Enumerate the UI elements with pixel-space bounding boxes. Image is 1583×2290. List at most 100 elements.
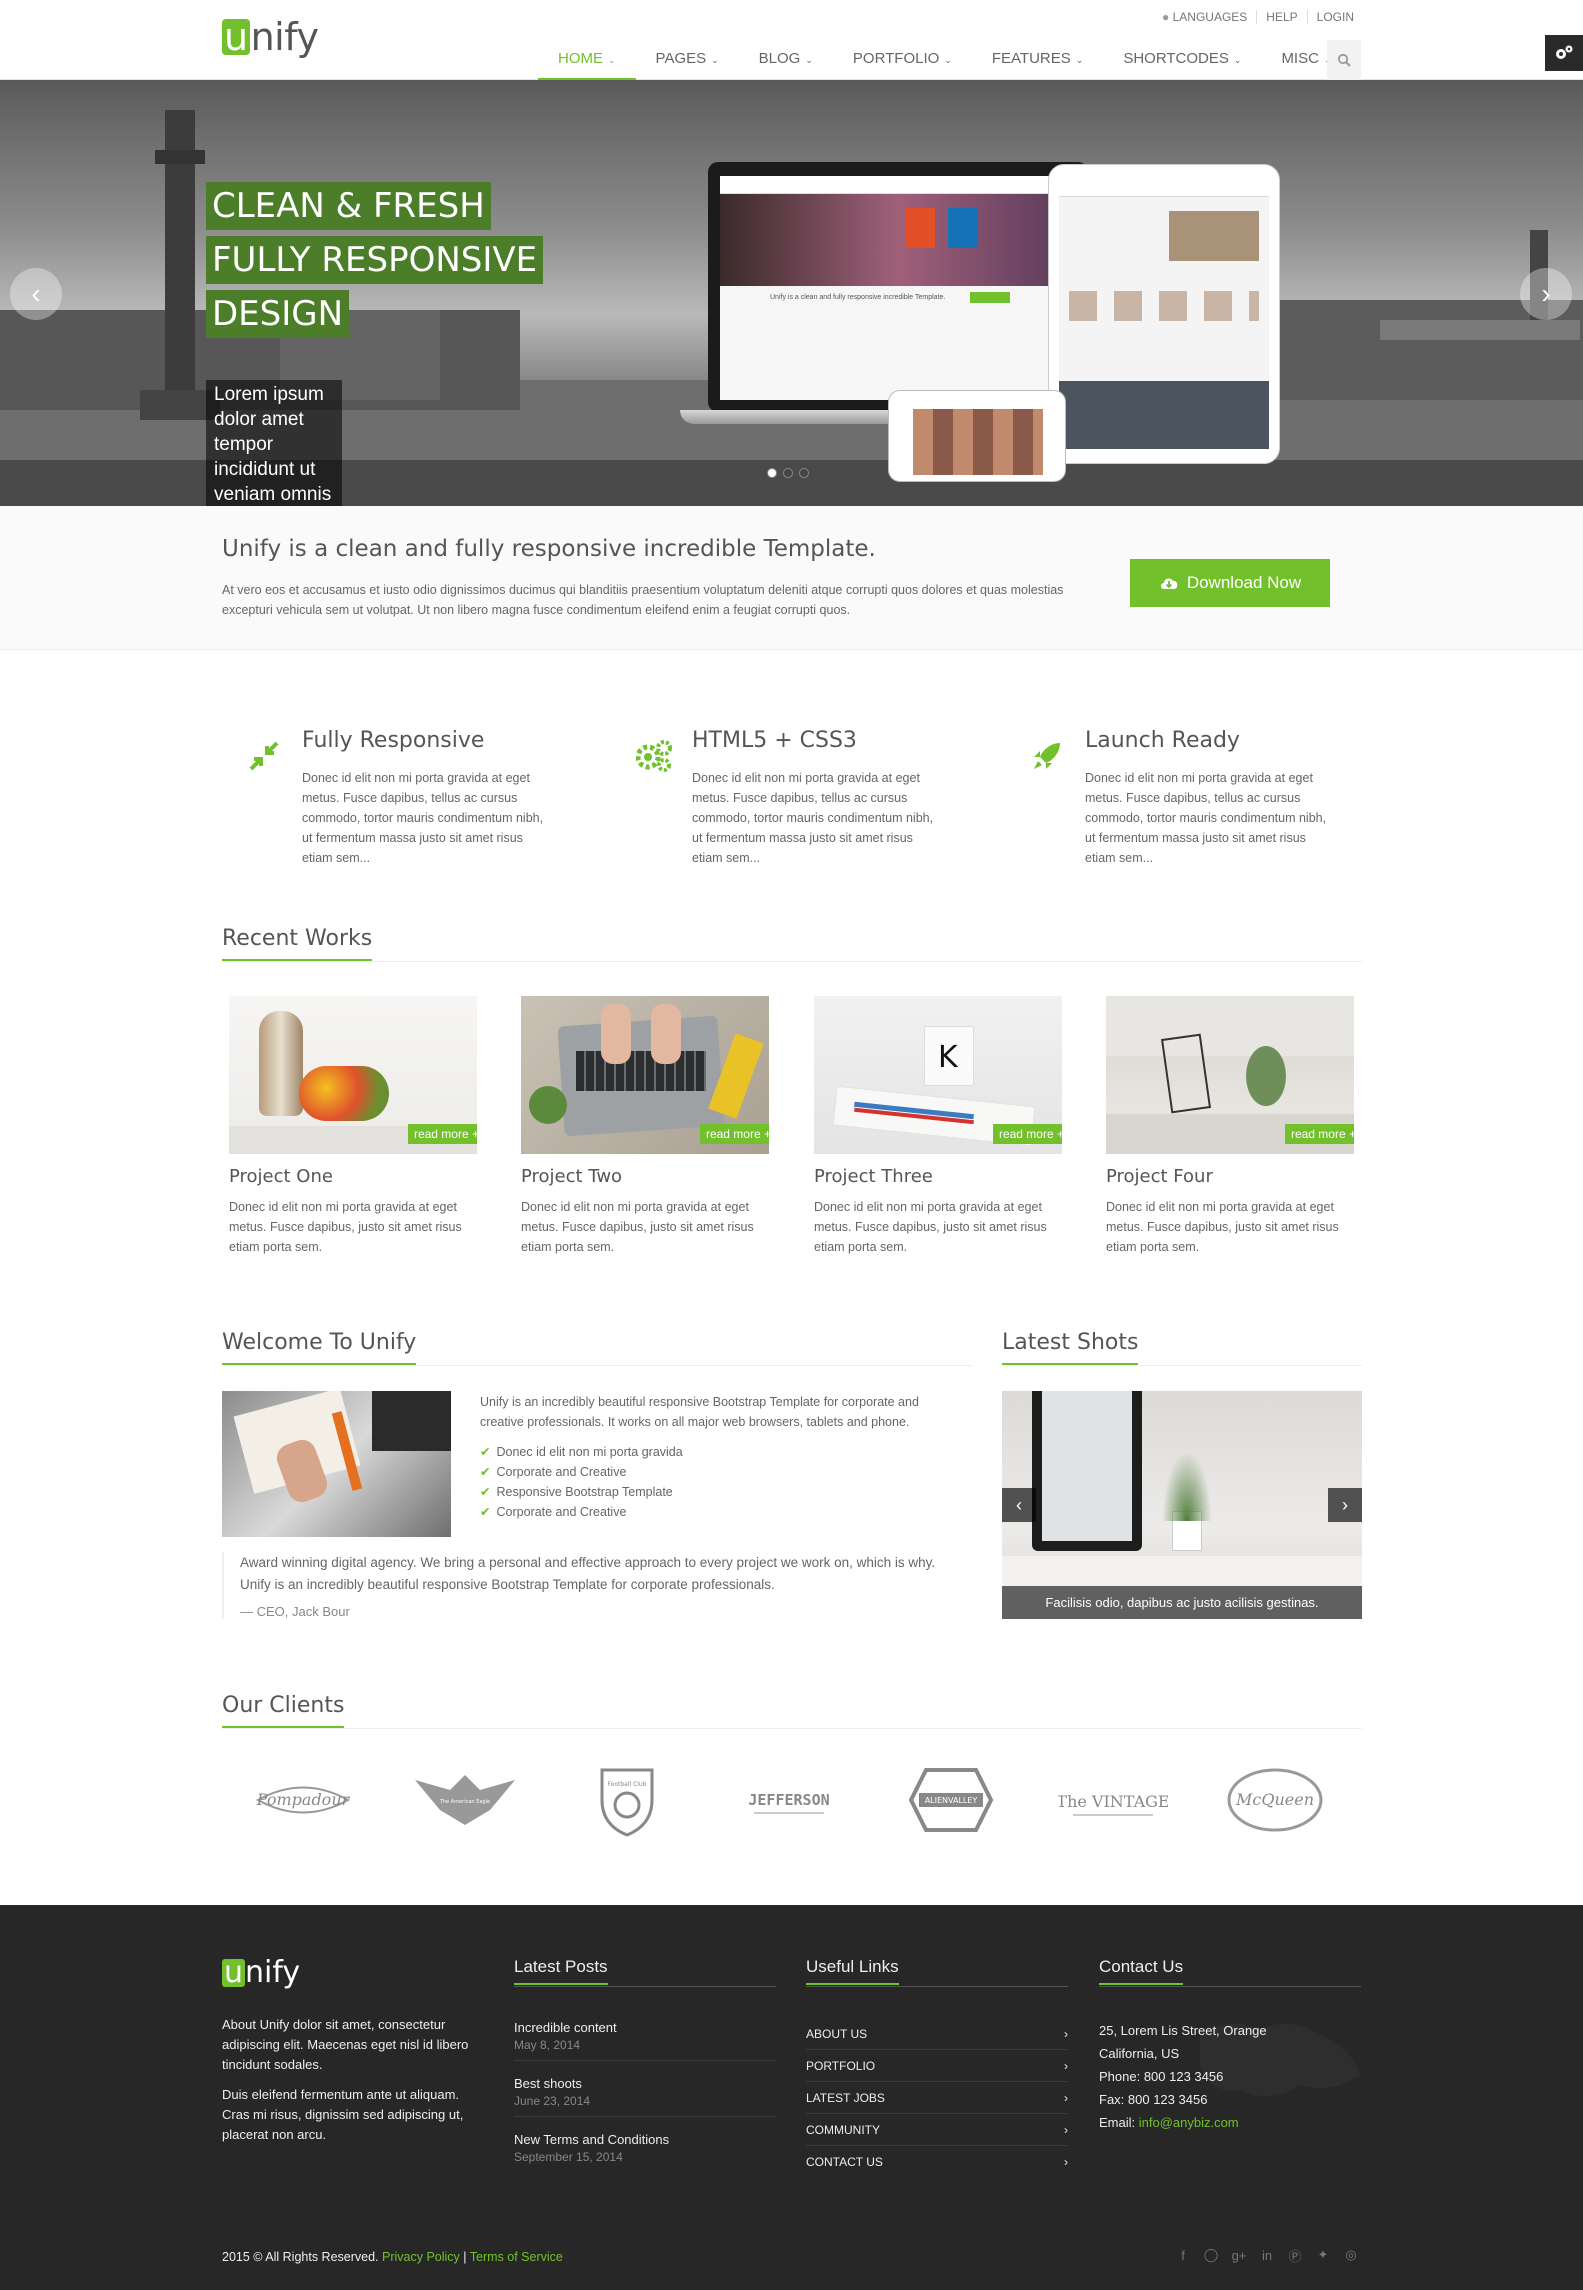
hero-next-button[interactable]: › xyxy=(1520,268,1572,320)
clients-row: Pompadour The American Eagle Football Cl… xyxy=(222,1760,1356,1840)
pinterest-icon[interactable]: Ⓟ xyxy=(1286,2246,1304,2264)
footer-post[interactable]: New Terms and Conditions September 15, 20… xyxy=(514,2132,776,2172)
quote-text: Award winning digital agency. We bring a… xyxy=(240,1555,936,1592)
terms-of-service-link[interactable]: Terms of Service xyxy=(470,2250,563,2264)
footer-link-contact-us[interactable]: CONTACT US › xyxy=(806,2146,1068,2178)
blockquote: Award winning digital agency. We bring a… xyxy=(222,1552,962,1619)
work-image[interactable]: read more + xyxy=(1106,996,1354,1154)
footer-link-community[interactable]: COMMUNITY › xyxy=(806,2114,1068,2146)
work-title[interactable]: Project Two xyxy=(521,1166,771,1187)
shots-prev-button[interactable]: ‹ xyxy=(1002,1488,1036,1522)
list-item: ✔ Donec id elit non mi porta gravida xyxy=(480,1445,683,1459)
feature-text: Donec id elit non mi porta gravida at eg… xyxy=(692,771,934,865)
nav-features[interactable]: FEATURES ⌄ xyxy=(972,40,1103,80)
work-text: Donec id elit non mi porta gravida at eg… xyxy=(229,1200,462,1254)
help-link[interactable]: HELP xyxy=(1256,10,1306,24)
post-date: June 23, 2014 xyxy=(514,2094,591,2108)
purchase-text: At vero eos et accusamus et iusto odio d… xyxy=(222,583,1064,617)
post-title[interactable]: Incredible content xyxy=(514,2020,776,2035)
read-more-link[interactable]: read more + xyxy=(699,1124,769,1144)
footer-about: About Unify dolor sit amet, consectetur … xyxy=(222,2015,482,2155)
twitter-icon[interactable]: ✦ xyxy=(1314,2246,1332,2264)
work-image[interactable]: K read more + xyxy=(814,996,1062,1154)
nav-home[interactable]: HOME ⌄ xyxy=(538,40,636,80)
download-button[interactable]: Download Now xyxy=(1130,559,1330,607)
nav-shortcodes[interactable]: SHORTCODES ⌄ xyxy=(1103,40,1261,80)
client-logo[interactable]: McQueen xyxy=(1194,1760,1356,1840)
chevron-down-icon: ⌄ xyxy=(608,55,616,65)
welcome-heading: Welcome To Unify xyxy=(222,1330,972,1366)
facebook-icon[interactable]: f xyxy=(1174,2246,1192,2264)
work-item[interactable]: K read more + Project Three Donec id eli… xyxy=(814,996,1064,1257)
chevron-right-icon: › xyxy=(1064,2091,1068,2105)
style-switcher-button[interactable] xyxy=(1545,35,1583,71)
footer-link-about-us[interactable]: ABOUT US › xyxy=(806,2018,1068,2050)
slide-dot[interactable] xyxy=(767,468,777,478)
post-title[interactable]: Best shoots xyxy=(514,2076,776,2091)
feature-text: Donec id elit non mi porta gravida at eg… xyxy=(1085,771,1327,865)
globe-icon: ● xyxy=(1162,10,1170,24)
footer-link-latest-jobs[interactable]: LATEST JOBS › xyxy=(806,2082,1068,2114)
compress-icon xyxy=(246,738,282,774)
feature-title: Launch Ready xyxy=(1085,728,1240,753)
footer-contact: 25, Lorem Lis Street, Orange California,… xyxy=(1099,2019,1361,2134)
chevron-right-icon: › xyxy=(1064,2155,1068,2169)
footer-about-text: About Unify dolor sit amet, consectetur … xyxy=(222,2017,469,2072)
work-image[interactable]: read more + xyxy=(229,996,477,1154)
feature-title: Fully Responsive xyxy=(302,728,485,753)
privacy-policy-link[interactable]: Privacy Policy xyxy=(382,2250,460,2264)
read-more-link[interactable]: read more + xyxy=(407,1124,477,1144)
check-icon: ✔ xyxy=(480,1445,491,1459)
work-title[interactable]: Project One xyxy=(229,1166,479,1187)
slide-dot[interactable] xyxy=(799,468,809,478)
logo[interactable]: unify xyxy=(222,14,319,60)
footer-post[interactable]: Best shoots June 23, 2014 xyxy=(514,2076,776,2117)
nav-portfolio[interactable]: PORTFOLIO ⌄ xyxy=(833,40,972,80)
client-logo[interactable]: ALIENVALLEY xyxy=(870,1760,1032,1840)
dribbble-icon[interactable]: ◎ xyxy=(1342,2246,1360,2264)
footer-post[interactable]: Incredible content May 8, 2014 xyxy=(514,2020,776,2061)
nav-blog[interactable]: BLOG ⌄ xyxy=(739,40,833,80)
skype-icon[interactable]: ◯ xyxy=(1202,2246,1220,2264)
post-title[interactable]: New Terms and Conditions xyxy=(514,2132,776,2147)
footer-link-portfolio[interactable]: PORTFOLIO › xyxy=(806,2050,1068,2082)
work-item[interactable]: read more + Project One Donec id elit no… xyxy=(229,996,479,1257)
read-more-link[interactable]: read more + xyxy=(1284,1124,1354,1144)
work-text: Donec id elit non mi porta gravida at eg… xyxy=(814,1200,1047,1254)
list-item: ✔ Corporate and Creative xyxy=(480,1505,627,1519)
useful-links-heading: Useful Links xyxy=(806,1957,1068,1987)
client-logo[interactable]: Pompadour xyxy=(222,1760,384,1840)
latest-shots-heading: Latest Shots xyxy=(1002,1330,1362,1366)
linkedin-icon[interactable]: in xyxy=(1258,2246,1276,2264)
contact-us-heading: Contact Us xyxy=(1099,1957,1361,1987)
social-icons: f ◯ g+ in Ⓟ ✦ ◎ xyxy=(1174,2246,1360,2264)
client-logo[interactable]: The American Eagle xyxy=(384,1760,546,1840)
quote-author: — CEO, Jack Bour xyxy=(240,1604,350,1619)
client-logo[interactable]: JEFFERSON xyxy=(708,1760,870,1840)
languages-link[interactable]: ● LANGUAGES xyxy=(1153,10,1256,24)
slide-dot[interactable] xyxy=(783,468,793,478)
client-logo[interactable]: The VINTAGE xyxy=(1032,1760,1194,1840)
footer-logo[interactable]: unify xyxy=(222,1955,300,1991)
chevron-right-icon: › xyxy=(1064,2123,1068,2137)
chevron-down-icon: ⌄ xyxy=(1233,55,1242,65)
shots-next-button[interactable]: › xyxy=(1328,1488,1362,1522)
login-link[interactable]: LOGIN xyxy=(1306,10,1363,24)
work-title[interactable]: Project Four xyxy=(1106,1166,1356,1187)
post-date: May 8, 2014 xyxy=(514,2038,581,2052)
nav-pages[interactable]: PAGES ⌄ xyxy=(636,40,739,80)
contact-email-link[interactable]: info@anybiz.com xyxy=(1139,2115,1239,2130)
client-logo[interactable]: Football Club xyxy=(546,1760,708,1840)
google-plus-icon[interactable]: g+ xyxy=(1230,2246,1248,2264)
laptop-mockup: Unify is a clean and fully responsive in… xyxy=(708,162,1088,412)
hero-caption-3: DESIGN xyxy=(206,290,350,338)
read-more-link[interactable]: read more + xyxy=(992,1124,1062,1144)
header: unify ● LANGUAGES HELP LOGIN HOME ⌄ PAGES… xyxy=(0,0,1583,80)
hero-prev-button[interactable]: ‹ xyxy=(10,268,62,320)
search-button[interactable] xyxy=(1327,40,1361,80)
chevron-down-icon: ⌄ xyxy=(1075,55,1084,65)
work-item[interactable]: read more + Project Two Donec id elit no… xyxy=(521,996,771,1257)
work-title[interactable]: Project Three xyxy=(814,1166,1064,1187)
work-item[interactable]: read more + Project Four Donec id elit n… xyxy=(1106,996,1356,1257)
work-image[interactable]: read more + xyxy=(521,996,769,1154)
